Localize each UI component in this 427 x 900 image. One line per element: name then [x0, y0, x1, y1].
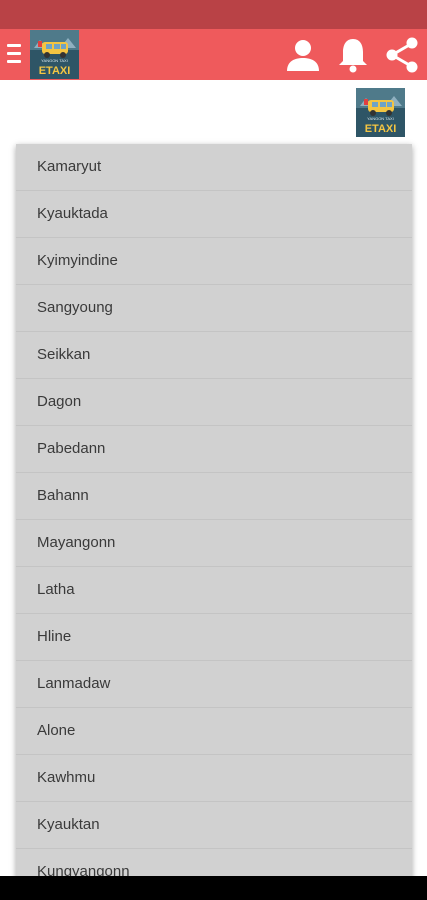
dropdown-item[interactable]: Alone — [16, 708, 412, 755]
dropdown-item[interactable]: Lanmadaw — [16, 661, 412, 708]
dropdown-item[interactable]: Sangyoung — [16, 285, 412, 332]
system-navigation-bar — [0, 876, 427, 900]
person-icon[interactable] — [283, 35, 323, 75]
app-bar: YANGON TAXI ETAXI — [0, 29, 427, 80]
logo-tagline: YANGON TAXI — [367, 116, 394, 121]
dropdown-item[interactable]: Hline — [16, 614, 412, 661]
dropdown-item[interactable]: Latha — [16, 567, 412, 614]
dropdown-item[interactable]: Kamaryut — [16, 144, 412, 191]
dropdown-item[interactable]: Kyimyindine — [16, 238, 412, 285]
dropdown-item[interactable]: Kawhmu — [16, 755, 412, 802]
dropdown-item[interactable]: Dagon — [16, 379, 412, 426]
app-logo: YANGON TAXI ETAXI — [30, 30, 79, 79]
dropdown-item[interactable]: Mayangonn — [16, 520, 412, 567]
taxi-logo: YANGON TAXI ETAXI — [356, 88, 405, 137]
bell-icon[interactable] — [333, 35, 373, 75]
share-icon[interactable] — [382, 35, 422, 75]
dropdown-item[interactable]: Kyauktan — [16, 802, 412, 849]
menu-button[interactable] — [7, 44, 21, 64]
dropdown-item[interactable]: Bahann — [16, 473, 412, 520]
logo-tagline: YANGON TAXI — [41, 58, 68, 63]
dropdown-item[interactable]: Kyauktada — [16, 191, 412, 238]
status-bar — [0, 0, 427, 29]
township-dropdown: Kamaryut Kyauktada Kyimyindine Sangyoung… — [16, 144, 412, 884]
dropdown-item[interactable]: Seikkan — [16, 332, 412, 379]
logo-brand-text: ETAXI — [39, 65, 71, 77]
logo-brand-text: ETAXI — [365, 123, 397, 135]
dropdown-item[interactable]: Pabedann — [16, 426, 412, 473]
